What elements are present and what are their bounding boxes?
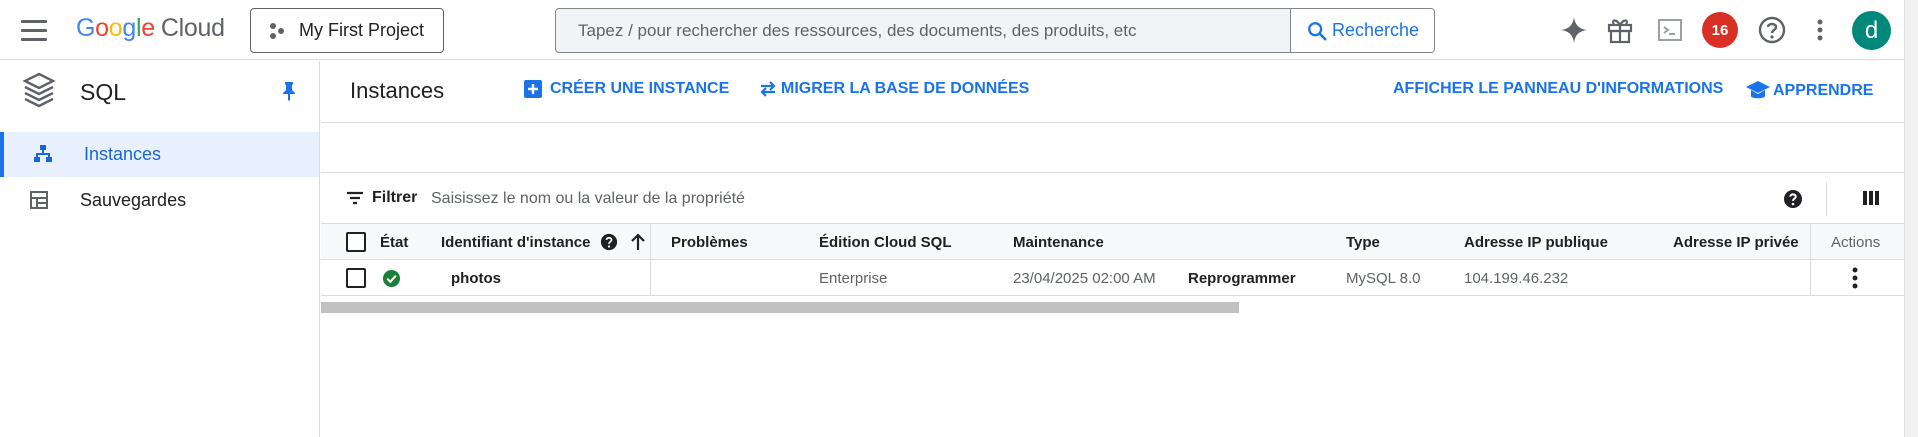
filter-help-icon[interactable] — [1783, 189, 1803, 214]
filter-icon — [347, 191, 363, 205]
user-avatar[interactable]: d — [1852, 11, 1891, 50]
sort-ascending-icon[interactable] — [630, 233, 646, 251]
search-input[interactable] — [556, 9, 1290, 52]
project-icon — [270, 22, 284, 39]
column-header-actions: Actions — [1831, 233, 1881, 251]
sidebar-item-label: Instances — [84, 144, 162, 164]
status-ok-icon — [382, 260, 401, 296]
instances-icon — [33, 144, 53, 169]
gift-icon[interactable] — [1604, 14, 1636, 46]
search-button-label: Recherche — [1331, 20, 1420, 40]
project-name: My First Project — [299, 20, 425, 40]
column-divider — [650, 260, 651, 296]
sidebar-header: SQL — [0, 61, 319, 124]
project-selector-button[interactable]: My First Project — [250, 8, 444, 53]
more-options-icon[interactable] — [1804, 14, 1836, 46]
cloud-shell-icon[interactable] — [1654, 14, 1686, 46]
sidebar-item-label: Sauvegardes — [80, 190, 187, 210]
help-icon[interactable] — [1756, 14, 1788, 46]
school-icon — [1746, 81, 1770, 99]
info-panel-label: AFFICHER LE PANNEAU D'INFORMATIONS — [1393, 80, 1724, 97]
search-bar: Recherche — [555, 8, 1435, 53]
learn-button[interactable]: APPRENDRE — [1745, 80, 1873, 102]
column-header-state[interactable]: État — [380, 224, 408, 260]
column-divider — [650, 224, 651, 260]
public-ip-cell: 104.199.46.232 — [1464, 269, 1569, 287]
create-instance-label: CRÉER UNE INSTANCE — [550, 80, 730, 97]
edition-cell: Enterprise — [819, 269, 888, 287]
column-header-label: Identifiant d'instance — [441, 233, 591, 251]
table-row[interactable]: photos Enterprise 23/04/2025 02:00 AM Re… — [321, 260, 1904, 296]
google-cloud-logo[interactable]: Google Cloud — [76, 14, 225, 43]
filter-label: Filtrer — [372, 189, 418, 206]
column-header-public-ip[interactable]: Adresse IP publique — [1464, 224, 1608, 260]
vertical-scrollbar[interactable] — [1904, 0, 1918, 437]
column-divider — [1810, 224, 1811, 260]
sidebar-item-instances[interactable]: Instances — [0, 132, 319, 177]
horizontal-scrollbar[interactable] — [321, 298, 1904, 314]
search-button[interactable]: Recherche — [1290, 9, 1434, 52]
info-panel-button[interactable]: AFFICHER LE PANNEAU D'INFORMATIONS — [1393, 80, 1723, 98]
column-header-maintenance[interactable]: Maintenance — [1013, 224, 1104, 260]
column-header-instance-id[interactable]: Identifiant d'instance — [441, 224, 646, 260]
top-bar: GoogleCloud My First Project Recherche — [0, 0, 1904, 60]
column-header-private-ip[interactable]: Adresse IP privée — [1673, 224, 1799, 260]
row-actions-menu-icon[interactable] — [1851, 260, 1859, 296]
create-instance-button[interactable]: CRÉER UNE INSTANCE — [524, 80, 729, 98]
sql-product-icon — [22, 72, 56, 115]
select-all-checkbox[interactable] — [346, 224, 366, 260]
divider — [1826, 182, 1827, 216]
filter-bar: Filtrer — [321, 174, 1904, 224]
search-icon — [1308, 21, 1327, 41]
row-checkbox[interactable] — [346, 260, 366, 296]
column-header-edition[interactable]: Édition Cloud SQL — [819, 224, 951, 260]
table-header-row: État Identifiant d'instance Problèmes Éd… — [321, 224, 1904, 260]
sidebar-item-backups[interactable]: Sauvegardes — [0, 178, 319, 223]
swap-arrows-icon — [760, 81, 776, 97]
gemini-sparkle-icon[interactable] — [1558, 14, 1590, 46]
backups-icon — [29, 190, 49, 215]
instance-id-link[interactable]: photos — [451, 260, 501, 296]
migrate-database-button[interactable]: MIGRER LA BASE DE DONNÉES — [759, 80, 1029, 98]
filter-button[interactable]: Filtrer — [346, 189, 417, 207]
column-header-type[interactable]: Type — [1346, 224, 1380, 260]
reschedule-link[interactable]: Reprogrammer — [1188, 260, 1296, 296]
horizontal-scrollbar-thumb[interactable] — [321, 302, 1239, 313]
add-box-icon — [524, 80, 542, 98]
sidebar-title: SQL — [80, 79, 127, 105]
column-display-icon[interactable] — [1862, 189, 1880, 212]
column-header-problems[interactable]: Problèmes — [671, 224, 748, 260]
sidebar: SQL Instances Sauvegardes — [0, 61, 320, 437]
learn-label: APPRENDRE — [1773, 82, 1874, 99]
migrate-database-label: MIGRER LA BASE DE DONNÉES — [781, 80, 1030, 97]
notifications-badge[interactable]: 16 — [1702, 12, 1738, 48]
page-title: Instances — [350, 78, 445, 103]
pin-icon[interactable] — [281, 81, 297, 106]
instances-table: État Identifiant d'instance Problèmes Éd… — [321, 224, 1904, 296]
filter-input[interactable] — [431, 185, 1031, 213]
main-menu-icon[interactable] — [19, 18, 49, 42]
help-icon[interactable] — [600, 233, 618, 251]
maintenance-cell: 23/04/2025 02:00 AM — [1013, 269, 1156, 287]
column-divider — [1810, 260, 1811, 296]
type-cell: MySQL 8.0 — [1346, 269, 1421, 287]
content-spacer — [321, 124, 1904, 173]
main-toolbar: Instances CRÉER UNE INSTANCE MIGRER LA B… — [321, 61, 1904, 123]
